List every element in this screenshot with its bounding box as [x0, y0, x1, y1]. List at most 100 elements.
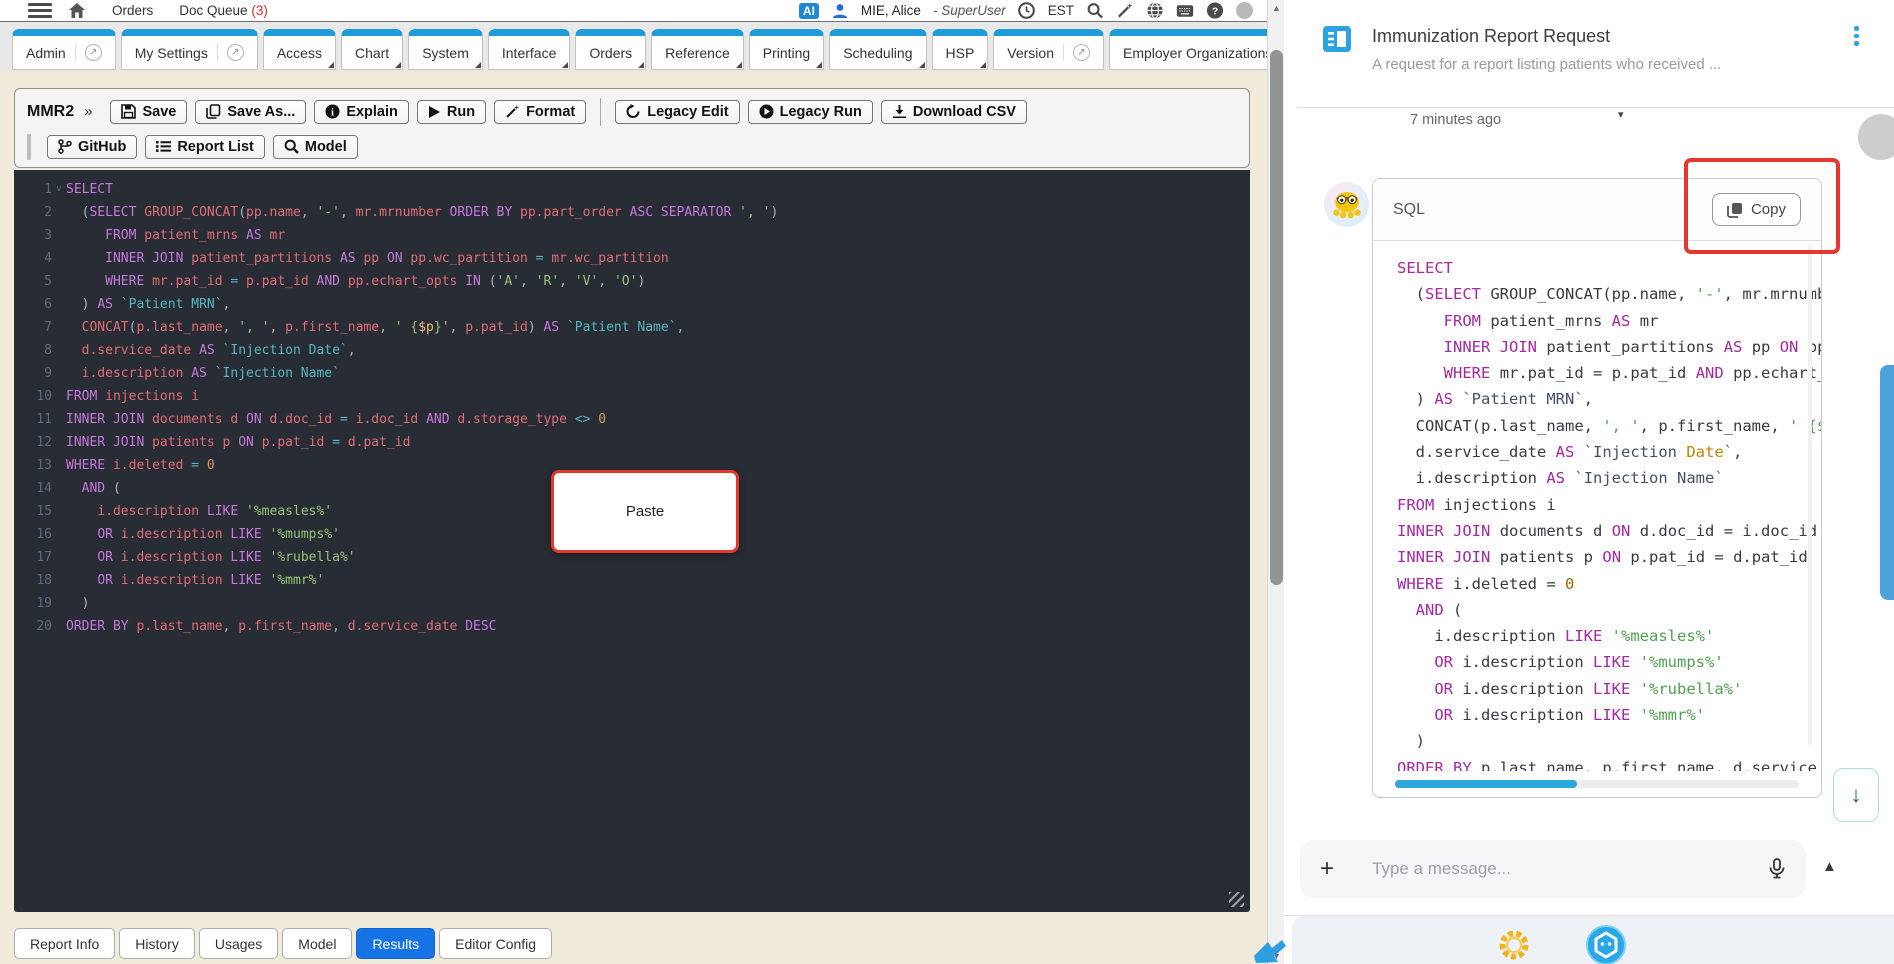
- topbar: Orders Doc Queue (3) AI MIE, Alice - Sup…: [0, 0, 1267, 22]
- nav-tab-printing[interactable]: Printing: [748, 29, 825, 70]
- magic-wand-icon[interactable]: [1116, 2, 1134, 20]
- line-number[interactable]: 1: [14, 178, 52, 201]
- card-horizontal-scrollbar[interactable]: [1395, 780, 1799, 788]
- scrollbar-up-arrow[interactable]: ▲: [1268, 0, 1285, 16]
- bottom-tab-model[interactable]: Model: [282, 928, 353, 959]
- collapse-caret-icon[interactable]: ▾: [1618, 108, 1624, 121]
- save-as-button[interactable]: Save As...: [195, 99, 307, 124]
- sql-message-code[interactable]: SELECT (SELECT GROUP_CONCAT(pp.name, '-'…: [1373, 241, 1821, 771]
- nav-tab-admin[interactable]: Admin ↗: [12, 29, 116, 70]
- nav-tab-employer-organizations[interactable]: Employer Organizations↗: [1109, 29, 1267, 70]
- microphone-icon[interactable]: [1768, 858, 1786, 879]
- user-name[interactable]: MIE, Alice: [861, 3, 921, 18]
- nav-tab-hsp[interactable]: HSP: [931, 29, 989, 70]
- download-csv-button[interactable]: Download CSV: [880, 99, 1027, 124]
- magnifier-icon: [284, 139, 299, 154]
- nav-tab-orders[interactable]: Orders: [575, 29, 647, 70]
- paste-overlay[interactable]: Paste: [551, 470, 739, 553]
- scroll-fab[interactable]: [1858, 114, 1894, 160]
- external-link-icon[interactable]: ↗: [216, 44, 244, 61]
- search-icon[interactable]: [1086, 2, 1104, 20]
- nav-tab-chart[interactable]: Chart: [340, 29, 404, 70]
- run-button[interactable]: Run: [416, 99, 487, 124]
- ai-badge[interactable]: AI: [798, 2, 819, 19]
- line-number[interactable]: 17: [14, 546, 52, 569]
- line-number[interactable]: 5: [14, 270, 52, 293]
- line-number[interactable]: 8: [14, 339, 52, 362]
- bottom-tab-editor-config[interactable]: Editor Config: [439, 928, 553, 959]
- code-line-12: 12 INNER JOIN patients p ON p.pat_id = d.…: [14, 431, 1250, 454]
- line-number[interactable]: 4: [14, 247, 52, 270]
- scrollbar-thumb[interactable]: [1270, 50, 1283, 585]
- nav-tab-system[interactable]: System: [408, 29, 483, 70]
- panel-scrollbar-thumb[interactable]: [1880, 365, 1894, 600]
- bottom-tab-results[interactable]: Results: [356, 928, 436, 959]
- bottom-tab-report-info[interactable]: Report Info: [14, 928, 116, 959]
- line-number[interactable]: 2: [14, 201, 52, 224]
- model-button[interactable]: Model: [272, 134, 358, 159]
- message-input[interactable]: [1372, 859, 1768, 879]
- editor-resize-handle[interactable]: [1229, 892, 1244, 907]
- card-hscroll-thumb[interactable]: [1395, 780, 1577, 788]
- line-number[interactable]: 19: [14, 592, 52, 615]
- nav-tab-scheduling[interactable]: Scheduling: [829, 29, 927, 70]
- scroll-to-bottom-button[interactable]: ↓: [1833, 768, 1879, 822]
- panel-layout-icon[interactable]: [1322, 24, 1352, 54]
- nav-tab-interface[interactable]: Interface: [487, 29, 571, 70]
- clock-icon[interactable]: [1018, 2, 1036, 20]
- sun-gear-icon[interactable]: [1496, 927, 1532, 964]
- line-number[interactable]: 6: [14, 293, 52, 316]
- line-number[interactable]: 13: [14, 454, 52, 477]
- line-number[interactable]: 3: [14, 224, 52, 247]
- external-link-icon[interactable]: ↗: [74, 44, 102, 61]
- attach-plus-icon[interactable]: +: [1320, 857, 1334, 881]
- vertical-scrollbar[interactable]: ▲ ▼: [1267, 0, 1284, 964]
- line-number[interactable]: 16: [14, 523, 52, 546]
- save-button[interactable]: Save: [110, 99, 188, 124]
- line-number[interactable]: 18: [14, 569, 52, 592]
- explain-button[interactable]: i Explain: [314, 99, 409, 124]
- line-number[interactable]: 7: [14, 316, 52, 339]
- user-role: - SuperUser: [932, 3, 1006, 18]
- external-link-icon[interactable]: ↗: [1063, 44, 1090, 61]
- nav-tab-my-settings[interactable]: My Settings ↗: [120, 29, 258, 70]
- line-number[interactable]: 10: [14, 385, 52, 408]
- nav-tab-reference[interactable]: Reference: [651, 29, 744, 70]
- copy-button[interactable]: Copy: [1711, 193, 1801, 226]
- globe-icon[interactable]: [1146, 2, 1164, 20]
- card-vertical-scrollbar[interactable]: [1808, 245, 1812, 745]
- profile-circle-icon[interactable]: [1236, 2, 1253, 19]
- legacy-run-button[interactable]: Legacy Run: [747, 99, 873, 124]
- send-caret-icon[interactable]: ▲: [1822, 858, 1837, 875]
- back-arrow-icon[interactable]: [1252, 936, 1288, 964]
- line-number[interactable]: 14: [14, 477, 52, 500]
- home-icon[interactable]: [68, 2, 86, 20]
- user-icon[interactable]: [831, 2, 849, 20]
- kebab-menu-icon[interactable]: [1850, 22, 1863, 50]
- code-line-12: INNER JOIN patients p ON p.pat_id = d.pa…: [1397, 548, 1808, 567]
- toolbar-divider: [600, 97, 602, 126]
- keyboard-icon[interactable]: [1176, 2, 1194, 20]
- nav-tab-version[interactable]: Version ↗: [993, 29, 1104, 70]
- line-number[interactable]: 15: [14, 500, 52, 523]
- line-number[interactable]: 12: [14, 431, 52, 454]
- hamburger-menu-icon[interactable]: [28, 3, 52, 18]
- line-number[interactable]: 20: [14, 615, 52, 638]
- assistant-logo-icon[interactable]: [1586, 925, 1626, 964]
- github-button[interactable]: GitHub: [47, 134, 138, 159]
- help-icon[interactable]: ?: [1206, 2, 1224, 20]
- info-icon: i: [325, 104, 340, 119]
- report-list-button[interactable]: Report List: [145, 134, 265, 159]
- bottom-tab-history[interactable]: History: [119, 928, 195, 959]
- report-expander[interactable]: »: [84, 103, 92, 120]
- bottom-tab-usages[interactable]: Usages: [198, 928, 279, 959]
- legacy-edit-button[interactable]: Legacy Edit: [615, 99, 740, 124]
- code-line-8: 8 d.service_date AS `Injection Date`,: [14, 339, 1250, 362]
- line-number[interactable]: 11: [14, 408, 52, 431]
- format-button[interactable]: Format: [494, 99, 587, 124]
- nav-tab-access[interactable]: Access: [262, 29, 336, 70]
- fold-caret-icon[interactable]: v: [52, 178, 66, 201]
- topbar-link-orders[interactable]: Orders: [112, 3, 153, 18]
- topbar-link-doc-queue[interactable]: Doc Queue (3): [179, 3, 268, 18]
- line-number[interactable]: 9: [14, 362, 52, 385]
